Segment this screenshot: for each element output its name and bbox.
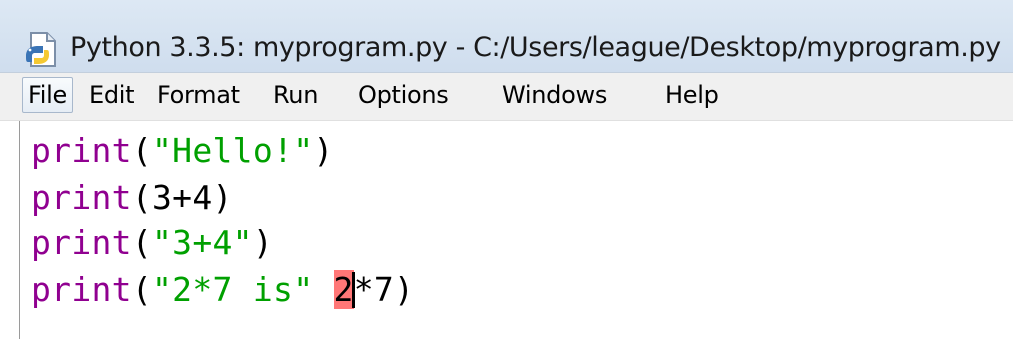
close-paren: ) xyxy=(252,223,274,262)
idle-editor-window: Python 3.3.5: myprogram.py - C:/Users/le… xyxy=(0,0,1013,339)
builtin-print: print xyxy=(31,131,132,170)
window-title: Python 3.3.5: myprogram.py - C:/Users/le… xyxy=(70,32,1001,63)
menu-help[interactable]: Help xyxy=(660,77,724,113)
code-editor[interactable]: print("Hello!") print(3+4) print("3+4") … xyxy=(0,121,1013,339)
string-literal: "Hello!" xyxy=(152,131,314,170)
code-line-2[interactable]: print(3+4) xyxy=(31,175,233,221)
menu-run[interactable]: Run xyxy=(268,77,323,113)
code-line-1[interactable]: print("Hello!") xyxy=(31,128,334,174)
syntax-error-highlight: 2 xyxy=(333,270,354,309)
string-literal: "2*7 is" xyxy=(152,270,314,309)
menu-windows[interactable]: Windows xyxy=(497,77,612,113)
code-line-3[interactable]: print("3+4") xyxy=(31,220,273,266)
menu-options[interactable]: Options xyxy=(353,77,454,113)
close-paren: ) xyxy=(394,270,415,309)
menu-bar: File Edit Format Run Options Windows Hel… xyxy=(0,73,1013,121)
menu-format[interactable]: Format xyxy=(152,77,245,113)
editor-left-border xyxy=(19,121,20,339)
close-paren: ) xyxy=(212,178,233,217)
builtin-print: print xyxy=(31,178,132,217)
code-line-4[interactable]: print("2*7 is" 2*7) xyxy=(31,267,414,313)
menu-file[interactable]: File xyxy=(22,77,73,113)
builtin-print: print xyxy=(31,223,132,262)
python-idle-icon[interactable] xyxy=(22,29,62,69)
title-bar[interactable]: Python 3.3.5: myprogram.py - C:/Users/le… xyxy=(0,0,1013,73)
open-paren: ( xyxy=(131,178,153,217)
open-paren: ( xyxy=(131,270,153,309)
expression: 3+4 xyxy=(152,178,213,217)
menu-edit[interactable]: Edit xyxy=(84,77,139,113)
open-paren: ( xyxy=(131,131,153,170)
open-paren: ( xyxy=(131,223,153,262)
string-literal: "3+4" xyxy=(152,223,253,262)
expression-rest: *7 xyxy=(353,270,395,309)
close-paren: ) xyxy=(313,131,334,170)
builtin-print: print xyxy=(31,270,132,309)
